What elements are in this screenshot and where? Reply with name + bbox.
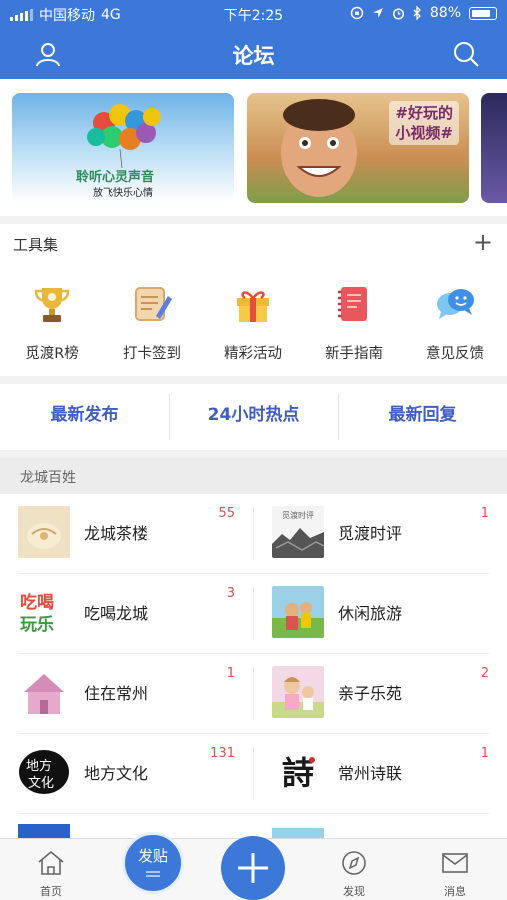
forum-thumb: 觅渡时评 — [272, 506, 324, 558]
tool-label: 打卡签到 — [123, 346, 181, 362]
forum-thumb — [18, 506, 70, 558]
forum-thumb: 詩 — [272, 746, 324, 798]
add-tool-button[interactable]: + — [473, 229, 493, 255]
section-title: 龙城百姓 — [0, 458, 507, 494]
page-title: 论坛 — [232, 44, 275, 68]
create-button[interactable] — [221, 836, 285, 900]
forum-thumb — [18, 666, 70, 718]
svg-text:觅渡时评: 觅渡时评 — [282, 510, 314, 520]
forum-item-parent-child[interactable]: 亲子乐苑 2 — [254, 654, 507, 734]
banner-caption: 放飞快乐心情 — [93, 188, 153, 199]
location-icon — [372, 8, 383, 18]
tab-home[interactable]: 首页 — [11, 849, 91, 899]
tab-label: 首页 — [40, 885, 62, 898]
tool-label: 意见反馈 — [426, 346, 484, 362]
post-count: 1 — [480, 506, 489, 521]
forum-grid: 龙城茶楼 55 觅渡时评 觅渡时评 1 吃喝 玩乐 吃喝龙城 3 休闲旅游 住在常… — [0, 494, 507, 838]
quick-tabs: 最新发布 24小时热点 最新回复 — [0, 384, 507, 450]
tool-label: 新手指南 — [325, 346, 383, 362]
forum-item-living-changzhou[interactable]: 住在常州 1 — [0, 654, 253, 734]
post-count: 2 — [480, 666, 489, 681]
home-icon — [38, 850, 64, 875]
banner-balloons[interactable]: 聆听心灵声音 放飞快乐心情 — [12, 93, 234, 203]
forum-item-leisure-travel[interactable]: 休闲旅游 — [254, 574, 507, 654]
alarm-icon — [392, 7, 404, 20]
tab-latest-posts[interactable]: 最新发布 — [0, 400, 169, 425]
banner-brand-text: 聆听心灵声音 — [76, 170, 155, 185]
forum-name: 休闲旅游 — [338, 604, 403, 623]
column-divider — [253, 668, 254, 720]
row-divider — [18, 813, 489, 814]
nav-bar: 论坛 — [0, 27, 507, 79]
forum-name: 地方文化 — [84, 764, 149, 783]
menu-lines-icon — [146, 871, 160, 877]
tool-label: 觅渡R榜 — [25, 346, 79, 362]
post-button-label: 发贴 — [137, 847, 168, 865]
banner-carousel[interactable]: 聆听心灵声音 放飞快乐心情 #好玩的 小视频# — [0, 79, 507, 216]
post-count: 55 — [218, 506, 235, 521]
tools-title: 工具集 — [13, 236, 59, 254]
banner-overlay-text: #好玩的 小视频# — [389, 101, 459, 145]
battery-icon — [469, 6, 497, 20]
bluetooth-icon — [413, 6, 421, 20]
tab-messages[interactable]: 消息 — [415, 849, 495, 899]
column-divider — [253, 508, 254, 560]
tool-mudu-rank[interactable]: 觅渡R榜 — [2, 282, 102, 363]
forum-thumb: 吃喝玩乐 — [18, 586, 70, 638]
tab-24h-hot[interactable]: 24小时热点 — [169, 400, 338, 425]
column-divider — [253, 748, 254, 800]
plus-icon — [238, 853, 268, 883]
forum-thumb: 地方文化 — [18, 746, 70, 798]
rotation-lock-icon — [350, 6, 364, 20]
mail-icon — [442, 853, 468, 873]
tool-check-in[interactable]: 打卡签到 — [102, 282, 202, 363]
notebook-icon — [338, 287, 367, 321]
tab-discover[interactable]: 发现 — [314, 849, 394, 899]
forum-thumb — [272, 666, 324, 718]
tab-latest-replies[interactable]: 最新回复 — [338, 400, 507, 425]
tab-label: 消息 — [444, 885, 466, 898]
tool-label: 精彩活动 — [224, 346, 282, 362]
svg-text:玩乐: 玩乐 — [20, 615, 54, 635]
forum-item-local-culture[interactable]: 地方 文化 地方文化 131 — [0, 734, 253, 814]
tab-label: 发现 — [343, 885, 365, 898]
svg-text:地方: 地方 — [26, 758, 52, 774]
banner-partial[interactable] — [481, 93, 507, 203]
status-bar: 中国移动 4G 下午2:25 88% — [0, 0, 507, 27]
search-icon[interactable] — [451, 39, 481, 69]
forum-name: 吃喝龙城 — [84, 604, 149, 623]
chat-bubble-icon — [437, 289, 474, 319]
gift-icon — [237, 291, 269, 322]
scroll-pen-icon — [135, 287, 172, 321]
forum-item-eat-drink[interactable]: 吃喝 玩乐 吃喝龙城 3 — [0, 574, 253, 654]
svg-text:吃喝: 吃喝 — [20, 592, 54, 613]
status-right: 88% — [350, 5, 497, 21]
forum-name: 住在常州 — [84, 684, 149, 703]
battery-percent: 88% — [429, 5, 461, 21]
forum-item-poetry[interactable]: 詩 常州诗联 1 — [254, 734, 507, 814]
forum-name: 常州诗联 — [338, 764, 403, 783]
forum-thumb — [272, 586, 324, 638]
banner-funny-videos[interactable]: #好玩的 小视频# — [247, 93, 469, 203]
post-count: 3 — [226, 586, 235, 601]
forum-item-mudu-commentary[interactable]: 觅渡时评 觅渡时评 1 — [254, 494, 507, 574]
tool-events[interactable]: 精彩活动 — [203, 282, 303, 363]
post-count: 1 — [226, 666, 235, 681]
forum-thumb-partial — [18, 824, 70, 838]
post-count: 1 — [480, 746, 489, 761]
post-count: 131 — [210, 746, 235, 761]
forum-name: 亲子乐苑 — [338, 684, 403, 703]
post-button[interactable]: 发贴 — [122, 832, 184, 894]
trophy-icon — [34, 288, 70, 322]
tool-beginner-guide[interactable]: 新手指南 — [304, 282, 404, 363]
forum-name: 龙城茶楼 — [84, 524, 149, 543]
column-divider — [253, 588, 254, 640]
compass-icon — [342, 851, 366, 875]
tools-panel: 工具集 + 觅渡R榜 打卡签到 精彩活动 新手指南 意见反馈 — [0, 224, 507, 376]
svg-text:文化: 文化 — [28, 776, 54, 791]
tool-feedback[interactable]: 意见反馈 — [405, 282, 505, 363]
forum-name: 觅渡时评 — [338, 524, 403, 543]
forum-item-longcheng-teahouse[interactable]: 龙城茶楼 55 — [0, 494, 253, 574]
